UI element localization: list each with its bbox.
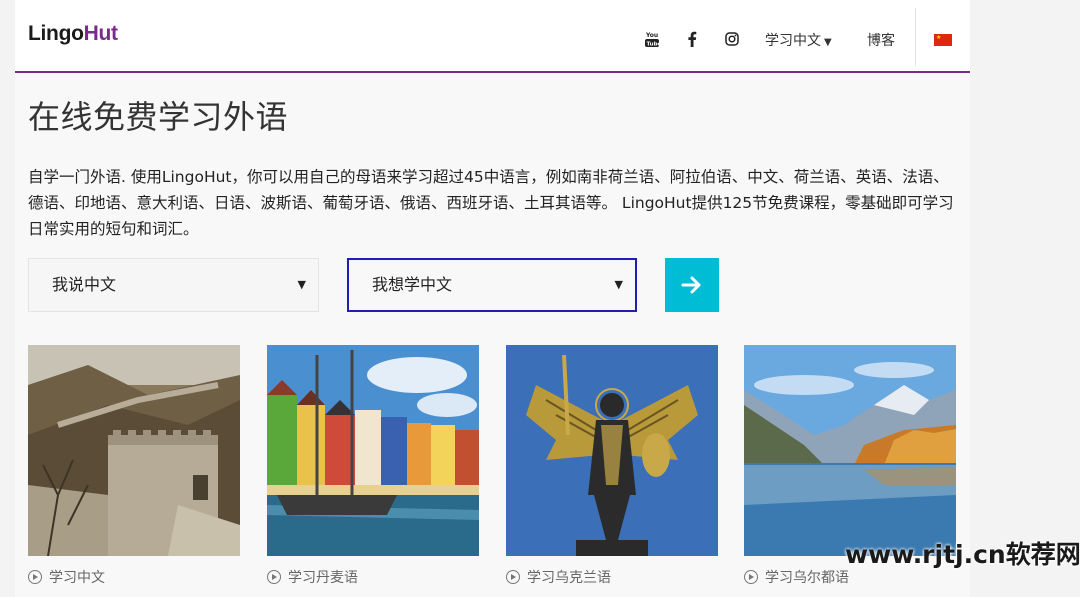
svg-text:Tube: Tube xyxy=(647,42,660,48)
china-flag-icon[interactable]: ★ xyxy=(934,34,952,46)
nav-divider xyxy=(915,8,916,66)
course-card-label[interactable]: 学习乌尔都语 xyxy=(744,567,849,587)
course-card-label[interactable]: 学习乌克兰语 xyxy=(506,567,611,587)
watermark: www.rjtj.cn软荐网 xyxy=(845,535,1080,571)
native-language-select[interactable]: 我说中文 ▼ xyxy=(28,258,319,312)
instagram-icon[interactable] xyxy=(723,30,741,48)
youtube-icon[interactable]: You Tube xyxy=(643,30,661,48)
caret-down-icon: ▼ xyxy=(615,260,623,310)
page-title: 在线免费学习外语 xyxy=(28,92,288,138)
great-wall-image[interactable] xyxy=(28,345,240,556)
course-card-label[interactable]: 学习丹麦语 xyxy=(267,567,358,587)
play-icon xyxy=(267,570,281,584)
play-icon xyxy=(744,570,758,584)
caret-down-icon: ▼ xyxy=(824,37,832,48)
svg-text:You: You xyxy=(645,32,658,39)
course-card-danish[interactable]: 学习丹麦语 xyxy=(267,345,479,556)
course-card-chinese[interactable]: 学习中文 xyxy=(28,345,240,556)
play-icon xyxy=(28,570,42,584)
intro-text: 自学一门外语. 使用LingoHut，你可以用自己的母语来学习超过45中语言，例… xyxy=(28,164,963,242)
arrow-right-icon xyxy=(681,276,703,294)
copenhagen-harbor-image[interactable] xyxy=(267,345,479,556)
facebook-icon[interactable] xyxy=(683,30,701,48)
language-menu[interactable]: 学习中文▼ xyxy=(765,30,832,50)
site-header: LingoHut You Tube 学习中文▼ 博客 ★ xyxy=(15,0,970,73)
course-card-ukrainian[interactable]: 学习乌克兰语 xyxy=(506,345,718,556)
archangel-statue-image[interactable] xyxy=(506,345,718,556)
site-logo[interactable]: LingoHut xyxy=(28,22,118,46)
caret-down-icon: ▼ xyxy=(298,259,306,311)
course-card-urdu[interactable]: 学习乌尔都语 xyxy=(744,345,956,556)
blog-link[interactable]: 博客 xyxy=(867,30,895,50)
play-icon xyxy=(506,570,520,584)
target-language-select[interactable]: 我想学中文 ▼ xyxy=(347,258,637,312)
go-button[interactable] xyxy=(665,258,719,312)
course-card-label[interactable]: 学习中文 xyxy=(28,567,105,587)
mountain-lake-image[interactable] xyxy=(744,345,956,556)
